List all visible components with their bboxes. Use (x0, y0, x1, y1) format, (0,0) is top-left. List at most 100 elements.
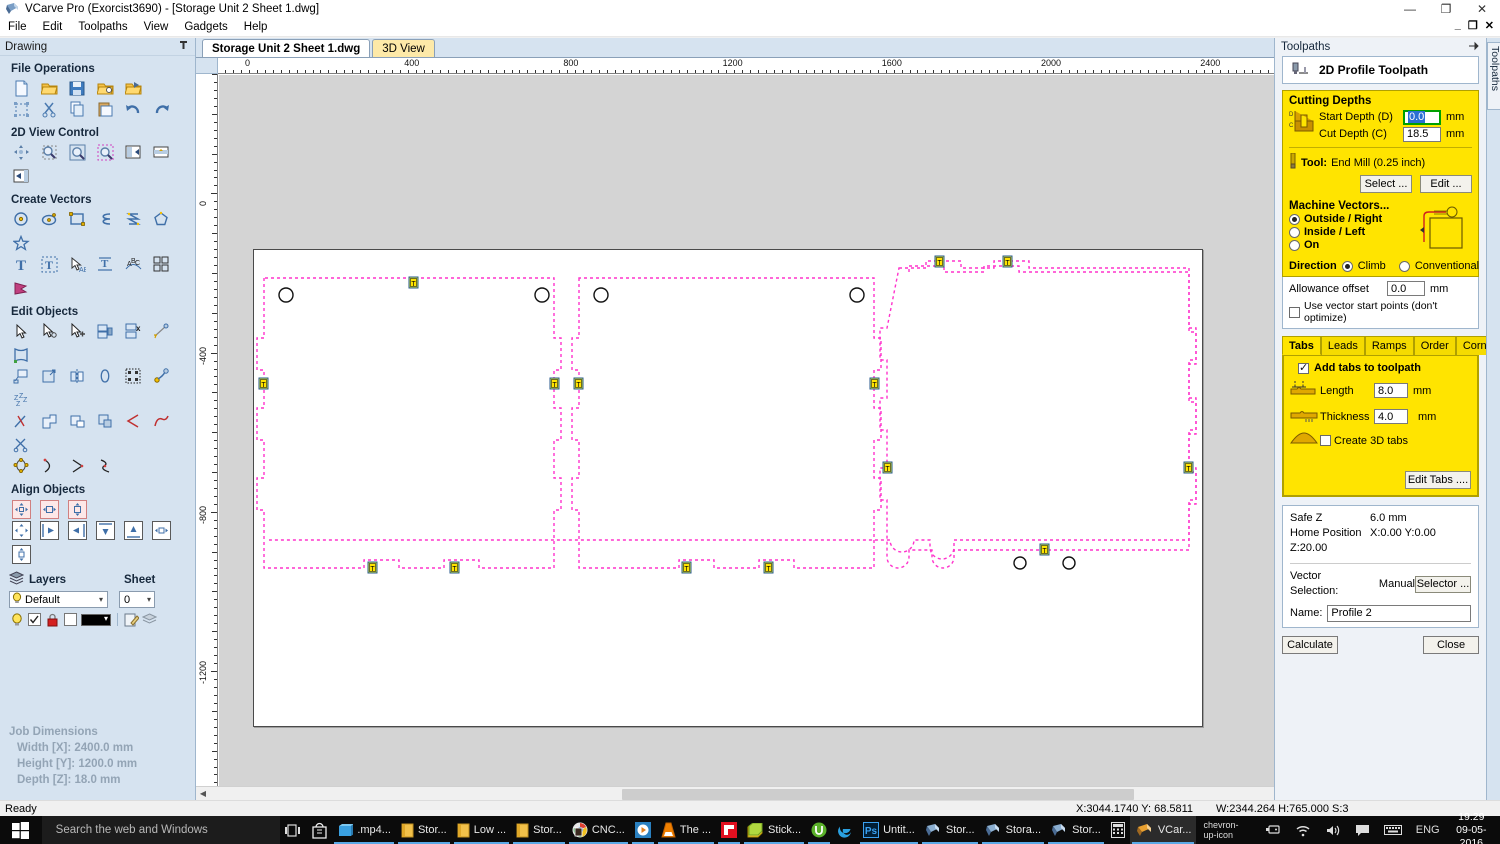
calculate-button[interactable]: Calculate (1282, 636, 1338, 654)
align-vcenter-job-icon[interactable] (65, 499, 90, 520)
menu-edit[interactable]: Edit (35, 19, 71, 35)
merge-layers-icon[interactable] (142, 612, 157, 627)
node-smooth-icon[interactable] (65, 456, 90, 477)
taskbar-item-mp4[interactable]: .mp4... (332, 816, 396, 844)
circle-icon[interactable] (9, 209, 34, 230)
rectangle-icon[interactable] (65, 209, 90, 230)
clock[interactable]: 19:29 09-05-2016 (1447, 811, 1500, 844)
node-edit-icon[interactable] (37, 321, 62, 342)
cut-depth-input[interactable]: 18.5 (1403, 126, 1441, 142)
mdi-close-button[interactable]: ✕ (1483, 19, 1496, 32)
pin-icon[interactable] (179, 40, 188, 53)
add-tabs-checkbox[interactable] (1298, 361, 1309, 374)
nest-icon[interactable]: ZZZZ (9, 390, 34, 411)
measure-icon[interactable] (149, 321, 174, 342)
copy-icon[interactable] (65, 99, 90, 120)
sheet-select[interactable]: 0 ▾ (119, 591, 155, 608)
vector-geometry[interactable]: T T T T T T T T T T T T T T (254, 250, 1204, 728)
vertical-tab-toolpaths[interactable]: Toolpaths (1487, 42, 1500, 110)
radio-on[interactable] (1289, 239, 1300, 251)
toolpath-name-input[interactable]: Profile 2 (1327, 605, 1471, 622)
store-icon[interactable] (307, 816, 332, 844)
search-input[interactable]: Search the web and Windows (41, 816, 281, 844)
close-vectors-icon[interactable]: x (121, 321, 146, 342)
chevron-up-icon[interactable]: chevron-up-icon (1196, 816, 1257, 844)
taskbar-item-vcarve-1[interactable]: Stor... (920, 816, 980, 844)
zoom-window-icon[interactable] (37, 142, 62, 163)
polygon-icon[interactable] (149, 209, 174, 230)
machine-vectors-on[interactable]: On (1289, 239, 1416, 251)
tab-thickness-input[interactable]: 4.0 (1374, 409, 1408, 424)
text-on-curve-icon[interactable]: T (93, 254, 118, 275)
taskbar-item-calculator[interactable] (1106, 816, 1130, 844)
menu-view[interactable]: View (136, 19, 177, 35)
toggle-panel-icon[interactable] (9, 166, 34, 187)
star-icon[interactable] (9, 233, 34, 254)
align-top-icon[interactable] (93, 520, 118, 541)
node-round-icon[interactable] (9, 456, 34, 477)
align-center-sel-icon[interactable] (9, 520, 34, 541)
align-left-icon[interactable] (37, 520, 62, 541)
zoom-sheet-icon[interactable] (149, 142, 174, 163)
radio-outside-right[interactable] (1289, 213, 1300, 225)
save-icon[interactable] (65, 78, 90, 99)
radio-climb[interactable] (1341, 260, 1353, 272)
offset-icon[interactable] (9, 366, 34, 387)
open-folder-icon[interactable] (37, 78, 62, 99)
pan-icon[interactable] (9, 142, 34, 163)
minimize-button[interactable]: — (1392, 0, 1428, 18)
taskbar-item-cnc[interactable]: CNC... (567, 816, 630, 844)
curve-fit-icon[interactable] (149, 411, 174, 432)
horizontal-scrollbar[interactable]: ◀ (196, 786, 1274, 800)
boolean-union-icon[interactable] (37, 411, 62, 432)
mirror-icon[interactable] (65, 366, 90, 387)
weld-icon[interactable] (149, 366, 174, 387)
zoom-selection-icon[interactable] (93, 142, 118, 163)
fit-curve-icon[interactable] (93, 366, 118, 387)
scissors-icon[interactable] (9, 435, 34, 456)
edit-tool-button[interactable]: Edit ... (1420, 175, 1472, 193)
text-arc-icon[interactable]: ABC (121, 254, 146, 275)
trace-bitmap-icon[interactable] (9, 278, 34, 299)
text-select-icon[interactable]: AB (65, 254, 90, 275)
fillet-icon[interactable] (121, 411, 146, 432)
menu-help[interactable]: Help (236, 19, 276, 35)
open-recent-icon[interactable] (93, 78, 118, 99)
tab-leads[interactable]: Leads (1320, 336, 1365, 355)
taskbar-item-media-player[interactable] (630, 816, 656, 844)
keyboard-icon[interactable] (1377, 816, 1409, 844)
action-center-icon[interactable] (1348, 816, 1377, 844)
tab-3d-view[interactable]: 3D View (372, 39, 435, 57)
taskbar-item-vcarve-2[interactable]: Stora... (980, 816, 1046, 844)
taskbar-item-stor-2[interactable]: Stor... (511, 816, 567, 844)
zoom-extents-icon[interactable] (65, 142, 90, 163)
taskbar-item-stor-1[interactable]: Stor... (396, 816, 452, 844)
close-toolpath-button[interactable]: Close (1423, 636, 1479, 654)
undo-icon[interactable] (121, 99, 146, 120)
ellipse-icon[interactable] (37, 209, 62, 230)
select-tool-button[interactable]: Select ... (1360, 175, 1412, 193)
edit-tabs-button[interactable]: Edit Tabs .... (1405, 471, 1471, 489)
taskbar-item-low[interactable]: Low ... (452, 816, 511, 844)
menu-gadgets[interactable]: Gadgets (176, 19, 235, 35)
tab-storage-unit-2-sheet-1[interactable]: Storage Unit 2 Sheet 1.dwg (202, 39, 371, 57)
task-view-icon[interactable] (280, 816, 307, 844)
use-vector-start-points-checkbox[interactable] (1289, 306, 1300, 318)
usb-icon[interactable] (1258, 816, 1288, 844)
node-sharp-icon[interactable] (93, 456, 118, 477)
align-hcenter-sel-icon[interactable] (149, 520, 174, 541)
pin-icon-toolpaths[interactable] (1468, 41, 1479, 54)
radio-conventional[interactable] (1398, 260, 1410, 272)
taskbar-item-flipboard[interactable] (716, 816, 742, 844)
language-indicator[interactable]: ENG (1409, 816, 1447, 844)
menu-toolpaths[interactable]: Toolpaths (70, 19, 135, 35)
new-file-icon[interactable] (9, 78, 34, 99)
layer-checkbox-icon[interactable] (27, 612, 42, 627)
start-depth-input[interactable]: 0.0 (1403, 109, 1441, 125)
zoom-prev-icon[interactable] (121, 142, 146, 163)
select-arrow-icon[interactable] (9, 321, 34, 342)
select-add-icon[interactable] (65, 321, 90, 342)
tab-ramps[interactable]: Ramps (1364, 336, 1414, 355)
align-vcenter-sel-icon[interactable] (9, 544, 34, 565)
paste-icon[interactable] (93, 99, 118, 120)
